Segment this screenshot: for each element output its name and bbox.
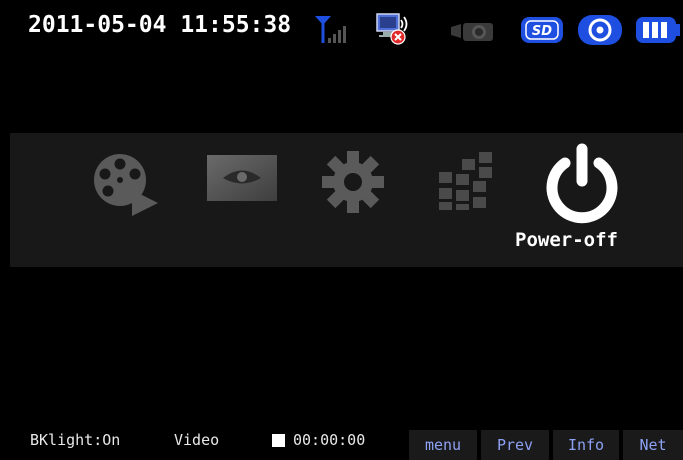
grid-blocks-icon[interactable] xyxy=(437,150,499,212)
status-bar: 2011-05-04 11:55:38 SD xyxy=(0,0,683,60)
signal-antenna-icon xyxy=(315,16,346,43)
sd-card-icon: SD xyxy=(521,17,563,43)
sd-card-label: SD xyxy=(532,24,552,39)
camera-icon xyxy=(451,23,493,41)
softkey-prev[interactable]: Prev xyxy=(481,430,549,460)
datetime: 2011-05-04 11:55:38 xyxy=(28,12,292,38)
preview-eye-icon[interactable] xyxy=(205,153,279,203)
softkey-info[interactable]: Info xyxy=(553,430,619,460)
battery-icon xyxy=(636,17,680,43)
backlight-status: BKlight:On xyxy=(30,431,121,449)
mode-label: Video xyxy=(174,431,220,449)
video-playback-icon[interactable] xyxy=(88,150,168,220)
network-disconnected-icon xyxy=(376,13,408,45)
power-icon[interactable] xyxy=(539,141,625,227)
settings-gear-icon[interactable] xyxy=(318,147,388,217)
power-off-label: Power-off xyxy=(515,229,618,251)
softkey-net[interactable]: Net xyxy=(623,430,683,460)
record-indicator-icon xyxy=(272,434,285,447)
softkey-menu[interactable]: menu xyxy=(409,430,477,460)
recording-timer: 00:00:00 xyxy=(293,431,366,449)
recording-disc-icon xyxy=(578,15,622,45)
